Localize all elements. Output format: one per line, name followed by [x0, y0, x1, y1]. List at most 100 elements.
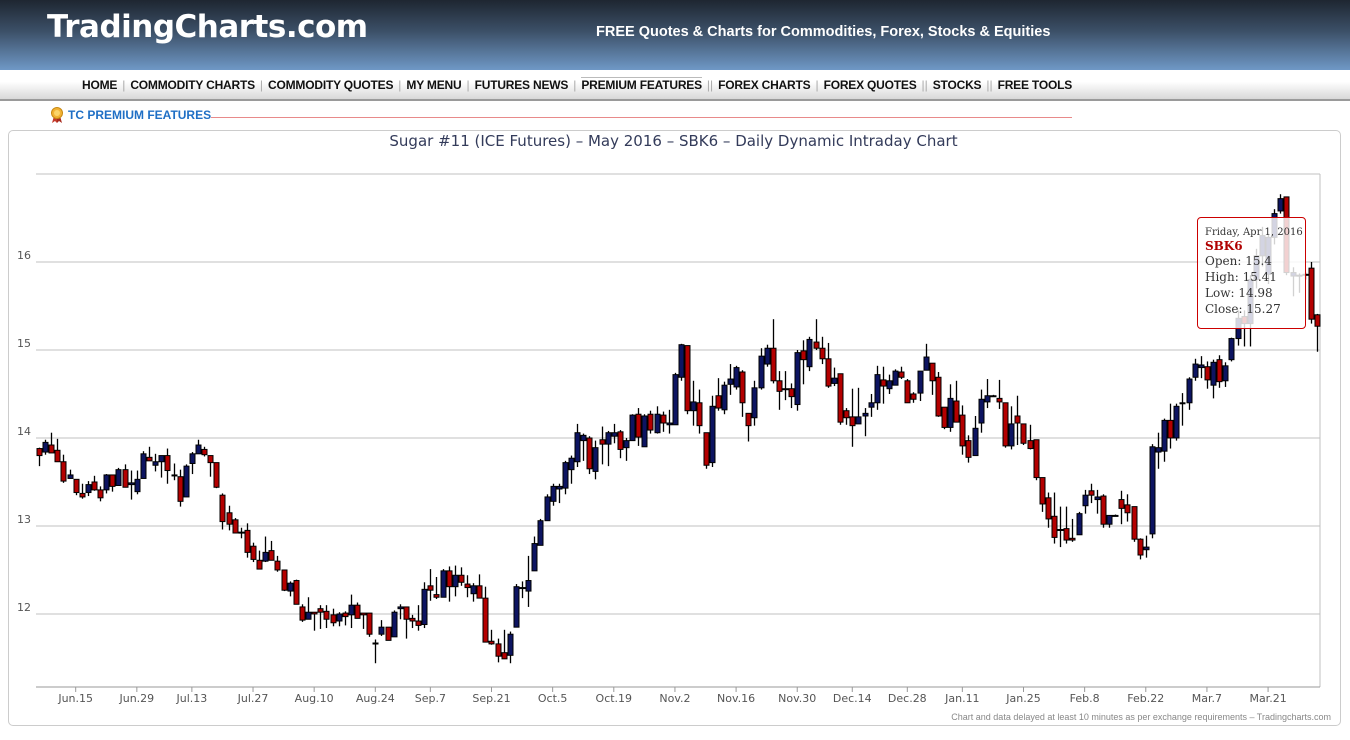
candle[interactable]	[336, 612, 343, 627]
candle[interactable]	[910, 392, 917, 403]
candle[interactable]	[67, 469, 74, 479]
candle[interactable]	[1173, 403, 1180, 441]
candle[interactable]	[1082, 489, 1089, 514]
candle[interactable]	[758, 348, 765, 390]
candle[interactable]	[1222, 362, 1229, 387]
candle[interactable]	[1228, 337, 1235, 362]
candle[interactable]	[751, 380, 758, 426]
candle[interactable]	[917, 370, 924, 402]
candle[interactable]	[103, 474, 110, 494]
candlestick-chart[interactable]: 12 13 14 15 16 Jun.15 Jun.29 Jul.13 Jul.27 Aug.10…	[0, 0, 1350, 740]
candle[interactable]	[629, 414, 636, 442]
candle[interactable]	[623, 437, 630, 461]
candle[interactable]	[1143, 535, 1150, 558]
candle[interactable]	[134, 470, 141, 495]
candle[interactable]	[562, 460, 569, 495]
candle[interactable]	[1179, 393, 1186, 426]
candle[interactable]	[36, 447, 43, 467]
candle[interactable]	[929, 362, 936, 395]
candle[interactable]	[1192, 358, 1199, 381]
candle[interactable]	[1100, 494, 1107, 528]
candle[interactable]	[996, 379, 1003, 409]
candle[interactable]	[965, 435, 972, 463]
candle[interactable]	[207, 455, 214, 477]
candle[interactable]	[470, 583, 477, 602]
candle[interactable]	[54, 438, 61, 463]
candle[interactable]	[862, 408, 869, 437]
candle[interactable]	[79, 483, 86, 499]
candle[interactable]	[1216, 355, 1223, 388]
candle[interactable]	[580, 433, 587, 461]
candle[interactable]	[1149, 444, 1156, 539]
candle[interactable]	[1131, 506, 1138, 542]
candle[interactable]	[880, 366, 887, 404]
candle[interactable]	[941, 406, 948, 430]
candle[interactable]	[219, 493, 226, 530]
candle[interactable]	[800, 340, 807, 385]
candle[interactable]	[764, 344, 771, 367]
candle[interactable]	[611, 423, 618, 444]
candle[interactable]	[115, 467, 122, 486]
candle[interactable]	[440, 569, 447, 598]
candle[interactable]	[122, 464, 129, 488]
candle[interactable]	[953, 380, 960, 423]
candle[interactable]	[1198, 356, 1205, 379]
candle[interactable]	[317, 605, 324, 629]
candle[interactable]	[305, 597, 312, 620]
candle[interactable]	[1137, 538, 1144, 560]
candle[interactable]	[727, 364, 734, 395]
candle[interactable]	[1076, 511, 1083, 536]
candle[interactable]	[60, 454, 67, 483]
candle[interactable]	[990, 394, 997, 398]
candle[interactable]	[660, 411, 667, 432]
candle[interactable]	[1186, 377, 1193, 410]
candle[interactable]	[794, 349, 801, 411]
candle[interactable]	[385, 626, 392, 641]
candle[interactable]	[281, 569, 288, 592]
candle[interactable]	[73, 478, 80, 496]
candle[interactable]	[935, 371, 942, 417]
candle[interactable]	[837, 373, 844, 425]
candle[interactable]	[605, 430, 612, 467]
candle[interactable]	[788, 383, 795, 409]
candle[interactable]	[813, 319, 820, 350]
candle[interactable]	[244, 523, 251, 558]
candle[interactable]	[274, 555, 281, 572]
candle[interactable]	[654, 406, 661, 434]
candle[interactable]	[446, 566, 453, 602]
candle[interactable]	[48, 432, 55, 454]
candle[interactable]	[330, 608, 337, 627]
candle[interactable]	[1112, 514, 1119, 517]
candle[interactable]	[886, 374, 893, 394]
candle[interactable]	[843, 408, 850, 425]
candle[interactable]	[776, 371, 783, 410]
candle[interactable]	[372, 639, 379, 664]
candle[interactable]	[146, 446, 153, 462]
candle[interactable]	[226, 505, 233, 531]
candle[interactable]	[109, 474, 116, 492]
candle[interactable]	[1063, 506, 1070, 544]
candle[interactable]	[1045, 492, 1052, 528]
candle[interactable]	[360, 612, 367, 629]
candle[interactable]	[617, 430, 624, 459]
candle[interactable]	[892, 369, 899, 386]
candle[interactable]	[342, 611, 349, 626]
candle[interactable]	[647, 410, 654, 434]
candle[interactable]	[495, 638, 502, 663]
candle[interactable]	[1210, 359, 1217, 399]
candle[interactable]	[238, 527, 245, 539]
candle[interactable]	[868, 393, 875, 417]
candle[interactable]	[721, 381, 728, 415]
candle[interactable]	[898, 366, 905, 380]
candle[interactable]	[201, 446, 208, 457]
candle[interactable]	[1033, 439, 1040, 481]
candle[interactable]	[1002, 402, 1009, 448]
candle[interactable]	[421, 582, 428, 629]
candle[interactable]	[488, 629, 495, 645]
candle[interactable]	[1069, 518, 1076, 542]
candle[interactable]	[1277, 194, 1284, 214]
candle[interactable]	[427, 569, 434, 601]
candle[interactable]	[586, 436, 593, 475]
candle[interactable]	[323, 605, 330, 629]
candle[interactable]	[641, 414, 648, 448]
